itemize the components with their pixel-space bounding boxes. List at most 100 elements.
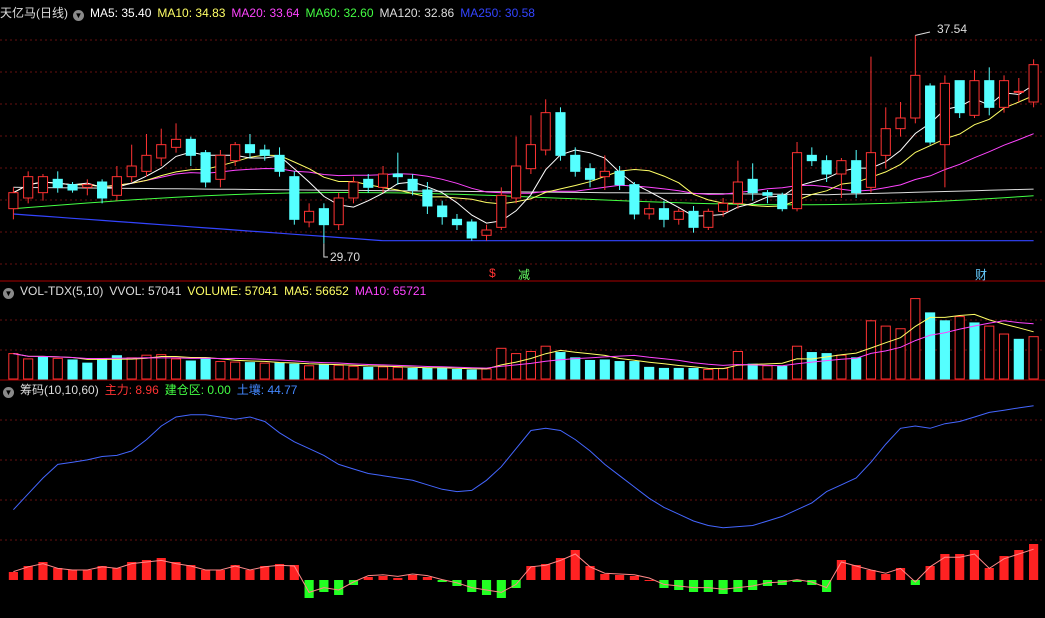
candle-body [540, 112, 551, 151]
chip-main-bar [8, 572, 18, 580]
candle-body [614, 170, 625, 186]
volume-bar [925, 312, 936, 380]
volume-bar [481, 368, 492, 380]
candle-body [111, 176, 122, 196]
ma-value-4: MA120: 32.86 [379, 6, 455, 20]
candle-body [718, 202, 729, 212]
candle-body [215, 154, 226, 180]
candle-body [156, 144, 167, 159]
candle-body [629, 184, 640, 215]
chip-main-bar [141, 560, 152, 580]
candle-body [377, 173, 389, 188]
volume-bar [984, 325, 995, 380]
chip-main-bar [881, 574, 891, 580]
volume-bar [1028, 336, 1039, 380]
volume-bar [525, 350, 536, 380]
chip-main-bar [408, 575, 418, 580]
volume-bar [230, 361, 241, 380]
candle-body [925, 85, 936, 143]
chip-main-bar [97, 566, 107, 580]
chip-main-bar [674, 580, 684, 590]
event-mark-dollar[interactable]: $ [489, 266, 496, 280]
candle-body [954, 80, 965, 114]
chip-main-bar [925, 566, 935, 580]
candle-body [732, 181, 743, 204]
chip-main-bar [201, 570, 211, 580]
chip-main-bar [112, 568, 122, 580]
volume-bar [629, 361, 640, 380]
chip-main-bar [496, 580, 506, 598]
candle-body [481, 229, 492, 236]
candle-body [511, 165, 522, 199]
volume-bar [200, 357, 211, 380]
event-mark-reduce[interactable]: 减 [518, 266, 530, 283]
volume-bar [851, 357, 862, 380]
kline-chart-canvas[interactable] [0, 0, 1045, 618]
ma-value-3: MA60: 32.60 [305, 6, 374, 20]
chip-panel-legend: ▼ 筹码(10,10,60) 主力: 8.96 建仓区: 0.00 土壤: 44.77 [0, 381, 309, 399]
volume-panel-dropdown-icon[interactable]: ▼ [3, 288, 14, 299]
price-panel-dropdown-icon[interactable]: ▼ [73, 10, 84, 21]
candle-body [304, 210, 315, 223]
ma-value-5: MA250: 30.58 [460, 6, 535, 20]
volume-bar [570, 357, 581, 380]
volume-bar [126, 357, 137, 380]
chip-main-bar [274, 564, 285, 580]
chip-panel-dropdown-icon[interactable]: ▼ [3, 387, 14, 398]
candle-body [37, 176, 49, 194]
event-mark-finance[interactable]: 财 [975, 266, 987, 283]
chip-main-bar [171, 562, 181, 580]
volume-bar [584, 359, 596, 380]
candle-body [584, 168, 596, 180]
volume-bar [791, 345, 803, 380]
chip-main-bar [467, 580, 477, 592]
candle-body [555, 112, 566, 156]
volume-bar [259, 362, 270, 380]
chip-main-bar [629, 576, 639, 580]
volume-bar [939, 320, 950, 380]
volume-bar [644, 366, 655, 380]
ma-values: MA5: 35.40 MA10: 34.83 MA20: 33.64 MA60: 32… [90, 6, 541, 20]
chip-main-bar [940, 554, 950, 580]
chip-main-bar [67, 570, 78, 580]
volume-bar [895, 328, 906, 380]
candle-body [1013, 90, 1024, 93]
candle-body [851, 160, 862, 194]
chip-main-bar [245, 570, 255, 580]
volume-bar [244, 362, 256, 380]
candle-body [1028, 64, 1039, 103]
chip-main-bar [393, 578, 403, 580]
candle-body [422, 189, 433, 207]
chip-value-1: 建仓区: 0.00 [164, 383, 231, 397]
volume-bar [969, 322, 980, 380]
volume-bar [23, 358, 34, 380]
volume-bar [496, 347, 507, 380]
candle-body [777, 194, 788, 210]
chip-main-bar [955, 554, 965, 580]
candle-body [170, 138, 182, 148]
volume-bar [1013, 338, 1024, 380]
candle-body [880, 128, 891, 156]
candle-body [8, 192, 19, 210]
soil-line [13, 405, 1034, 529]
candle-body [939, 82, 950, 146]
low-leader [323, 243, 328, 258]
candle-body [466, 221, 477, 239]
chip-main-bar [541, 564, 551, 580]
volume-bar [318, 364, 329, 380]
volume-bar [910, 298, 921, 380]
candle-body [52, 178, 63, 188]
volume-bar [289, 363, 300, 380]
chip-main-bar [215, 570, 225, 580]
volume-panel-title: VOL-TDX(5,10) [20, 284, 104, 298]
volume-bar [215, 361, 226, 380]
chip-main-bar [600, 574, 610, 580]
chip-main-bar [526, 566, 536, 580]
candle-body [644, 208, 655, 215]
volume-bar [274, 362, 285, 380]
volume-bar [407, 367, 418, 380]
chip-main-bar [866, 570, 876, 580]
candle-body [451, 218, 463, 226]
high-leader [915, 31, 931, 36]
candle-body [244, 144, 256, 154]
